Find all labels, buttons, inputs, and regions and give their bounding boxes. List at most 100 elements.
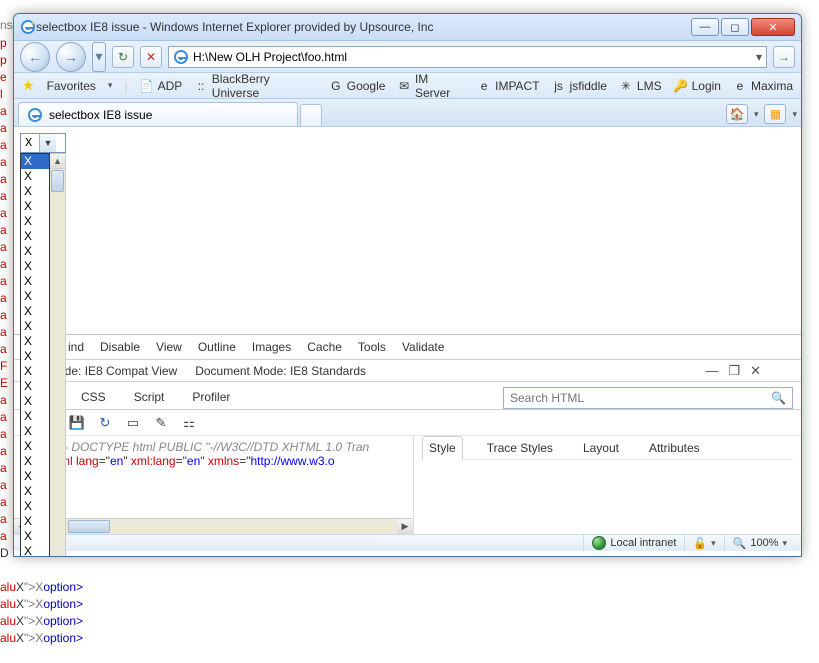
select-option[interactable]: X — [21, 259, 49, 274]
select-option[interactable]: X — [21, 439, 49, 454]
protected-mode[interactable]: 🔓▾ — [684, 535, 723, 551]
select-option[interactable]: X — [21, 319, 49, 334]
forward-button[interactable]: → — [56, 42, 86, 72]
stop-button[interactable]: ✕ — [140, 46, 162, 68]
devtools-html-pane[interactable]: -- DOCTYPE html PUBLIC "-//W3C//DTD XHTM… — [14, 436, 414, 534]
select-option[interactable]: X — [21, 544, 49, 557]
select-option[interactable]: X — [21, 289, 49, 304]
clear-icon[interactable]: ⚏ — [180, 415, 198, 431]
select-option[interactable]: X — [21, 409, 49, 424]
favorite-label: IM Server — [415, 72, 465, 100]
go-button[interactable]: → — [773, 46, 795, 68]
favorites-label[interactable]: Favorites — [47, 79, 96, 93]
select-option[interactable]: X — [21, 454, 49, 469]
feeds-dropdown[interactable]: ▾ — [792, 109, 797, 120]
style-tab[interactable]: Layout — [577, 437, 625, 459]
devtools-close-icon[interactable]: ✕ — [750, 363, 761, 379]
select-option[interactable]: X — [21, 244, 49, 259]
maximize-button[interactable]: ◻ — [721, 18, 749, 36]
edit-icon[interactable]: ✎ — [152, 415, 170, 431]
refresh-icon[interactable]: ↻ — [96, 415, 114, 431]
favorite-link[interactable]: GGoogle — [329, 72, 386, 100]
favorite-link[interactable]: 📄ADP — [140, 72, 183, 100]
devtools-search[interactable]: 🔍 — [503, 387, 793, 409]
devtools-minimize-icon[interactable]: — — [705, 363, 718, 379]
favorite-link[interactable]: 🔑Login — [674, 72, 721, 100]
devtools-menu-item[interactable]: View — [156, 340, 182, 354]
browser-mode-value[interactable]: IE8 Compat View — [85, 364, 178, 378]
close-button[interactable]: ✕ — [751, 18, 795, 36]
search-input[interactable] — [510, 391, 771, 405]
dropdown-scrollbar[interactable]: ▲ ▼ — [50, 153, 66, 557]
select-option[interactable]: X — [21, 529, 49, 544]
favorite-link[interactable]: ✳LMS — [619, 72, 662, 100]
page-tab[interactable]: selectbox IE8 issue — [18, 102, 298, 126]
element-select-icon[interactable]: ▭ — [124, 415, 142, 431]
devtools-menu-item[interactable]: Outline — [198, 340, 236, 354]
favorite-link[interactable]: eMaxima — [733, 72, 793, 100]
select-option[interactable]: X — [21, 184, 49, 199]
style-tab[interactable]: Style — [422, 436, 463, 460]
address-bar[interactable]: ▾ — [168, 46, 767, 68]
new-tab-button[interactable] — [300, 104, 322, 126]
devtools-menu-item[interactable]: Cache — [307, 340, 342, 354]
style-tab[interactable]: Trace Styles — [481, 437, 559, 459]
devtools-tab[interactable]: Profiler — [179, 385, 243, 409]
devtools-menu-item[interactable]: ind — [68, 340, 84, 354]
select-option[interactable]: X — [21, 169, 49, 184]
minimize-button[interactable]: — — [691, 18, 719, 36]
select-option[interactable]: X — [21, 469, 49, 484]
select-option[interactable]: X — [21, 334, 49, 349]
scroll-right-icon[interactable]: ▶ — [397, 519, 413, 534]
select-option[interactable]: X — [21, 274, 49, 289]
devtools-menu-item[interactable]: Validate — [402, 340, 444, 354]
horizontal-scrollbar[interactable]: ◀ ▶ — [14, 518, 413, 534]
select-dropdown[interactable]: XXXXXXXXXXXXXXXXXXXXXXXXXXXXXX — [20, 153, 50, 557]
select-option[interactable]: X — [21, 394, 49, 409]
select-option[interactable]: X — [21, 349, 49, 364]
search-icon[interactable]: 🔍 — [771, 391, 786, 405]
favorites-dropdown-icon[interactable]: ▾ — [108, 80, 113, 91]
back-button[interactable]: ← — [20, 42, 50, 72]
devtools-tab[interactable]: Script — [121, 385, 178, 409]
select-option[interactable]: X — [21, 199, 49, 214]
favorite-link[interactable]: eIMPACT — [477, 72, 539, 100]
select-option[interactable]: X — [21, 364, 49, 379]
select-option[interactable]: X — [21, 499, 49, 514]
select-option[interactable]: X — [21, 154, 49, 169]
refresh-button[interactable]: ↻ — [112, 46, 134, 68]
scroll-thumb[interactable] — [51, 170, 64, 192]
url-dropdown-icon[interactable]: ▾ — [756, 50, 762, 64]
favorites-star-icon[interactable]: ★ — [22, 77, 35, 94]
feeds-button[interactable]: ▦ — [764, 104, 786, 124]
save-icon[interactable]: 💾 — [68, 415, 86, 431]
select-option[interactable]: X — [21, 379, 49, 394]
devtools-unpin-icon[interactable]: ❐ — [728, 363, 740, 379]
select-box[interactable]: X ▼ — [20, 133, 66, 153]
favorite-link[interactable]: jsjsfiddle — [552, 72, 607, 100]
devtools-menu-item[interactable]: Disable — [100, 340, 140, 354]
devtools-menu-item[interactable]: Tools — [358, 340, 386, 354]
scroll-track[interactable] — [50, 193, 65, 557]
favorite-link[interactable]: ::BlackBerry Universe — [194, 72, 316, 100]
scroll-up-icon[interactable]: ▲ — [50, 154, 65, 169]
select-option[interactable]: X — [21, 214, 49, 229]
select-option[interactable]: X — [21, 424, 49, 439]
scroll-thumb[interactable] — [68, 520, 110, 533]
select-arrow-icon[interactable]: ▼ — [39, 134, 56, 152]
select-option[interactable]: X — [21, 304, 49, 319]
home-button[interactable]: 🏠 — [726, 104, 748, 124]
zoom-control[interactable]: 🔍 100% ▾ — [724, 535, 795, 551]
select-option[interactable]: X — [21, 514, 49, 529]
home-dropdown[interactable]: ▾ — [754, 109, 759, 120]
devtools-tab[interactable]: CSS — [68, 385, 119, 409]
select-option[interactable]: X — [21, 229, 49, 244]
security-zone[interactable]: Local intranet — [583, 535, 684, 551]
select-option[interactable]: X — [21, 484, 49, 499]
doc-mode-value[interactable]: IE8 Standards — [290, 364, 366, 378]
recent-pages-button[interactable]: ▾ — [92, 42, 106, 72]
favorite-link[interactable]: ✉IM Server — [397, 72, 465, 100]
style-tab[interactable]: Attributes — [643, 437, 706, 459]
url-input[interactable] — [193, 50, 752, 64]
devtools-menu-item[interactable]: Images — [252, 340, 291, 354]
